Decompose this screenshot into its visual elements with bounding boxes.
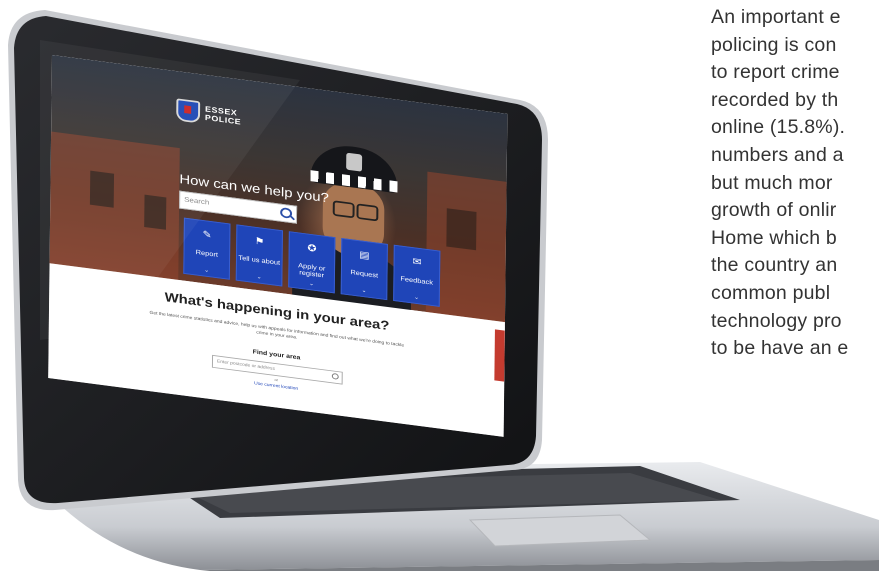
flag-icon: ⚑ xyxy=(254,236,265,248)
trackpad xyxy=(468,514,652,547)
tile-report[interactable]: ✎ Report ⌄ xyxy=(183,217,231,280)
report-icon: ✎ xyxy=(202,229,212,241)
feedback-side-tab[interactable] xyxy=(494,329,505,382)
tile-label: Apply or register xyxy=(298,261,326,280)
request-icon: ▤ xyxy=(359,249,370,262)
browser-screen: ESSEX POLICE How can we help you? Search… xyxy=(48,55,508,437)
essex-police-logo[interactable]: ESSEX POLICE xyxy=(176,98,241,128)
tile-label: Request xyxy=(350,268,379,280)
tile-request[interactable]: ▤ Request ⌄ xyxy=(340,237,388,301)
tile-tell-us-about[interactable]: ⚑ Tell us about ⌄ xyxy=(235,224,283,287)
tile-apply-or-register[interactable]: ✪ Apply or register ⌄ xyxy=(288,231,336,294)
chevron-down-icon: ⌄ xyxy=(256,274,262,281)
tile-feedback[interactable]: ✉ Feedback ⌄ xyxy=(393,244,441,307)
area-search-placeholder: Enter postcode or address xyxy=(216,358,276,372)
police-crest-icon xyxy=(176,98,201,124)
chevron-down-icon: ⌄ xyxy=(309,281,315,288)
tile-label: Feedback xyxy=(400,274,434,287)
search-placeholder: Search xyxy=(184,195,210,207)
chevron-down-icon: ⌄ xyxy=(204,267,210,274)
chevron-down-icon: ⌄ xyxy=(361,288,367,295)
chevron-down-icon: ⌄ xyxy=(413,295,420,301)
search-icon[interactable] xyxy=(331,372,339,380)
apply-icon: ✪ xyxy=(307,242,317,255)
tile-label: Tell us about xyxy=(238,253,281,267)
tile-label: Report xyxy=(195,248,219,259)
search-icon[interactable] xyxy=(280,207,293,219)
laptop: ESSEX POLICE How can we help you? Search… xyxy=(0,0,879,571)
feedback-icon: ✉ xyxy=(412,256,422,268)
